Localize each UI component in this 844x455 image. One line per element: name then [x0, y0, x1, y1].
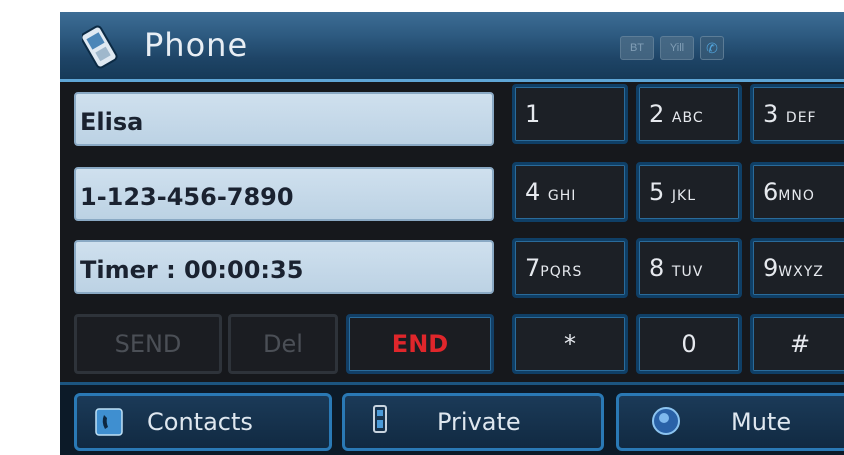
- key-star[interactable]: *: [512, 314, 628, 374]
- caller-number-field: 1-123-456-7890: [74, 167, 494, 221]
- send-button[interactable]: SEND: [74, 314, 222, 374]
- status-icons: BT Yill ✆: [620, 36, 724, 60]
- private-mode-icon: [373, 405, 387, 433]
- function-bar: Contacts Private Mute: [60, 382, 844, 455]
- key-4[interactable]: 4 GHI: [512, 162, 628, 222]
- key-5[interactable]: 5 JKL: [636, 162, 742, 222]
- call-status-icon: ✆: [700, 36, 724, 60]
- key-2[interactable]: 2 ABC: [636, 84, 742, 144]
- dialer-area: Elisa 1-123-456-7890 Timer : 00:00:35 1 …: [60, 82, 844, 455]
- title-bar: Phone BT Yill ✆: [60, 12, 844, 82]
- call-timer-field: Timer : 00:00:35: [74, 240, 494, 294]
- key-7[interactable]: 7PQRS: [512, 238, 628, 298]
- key-hash[interactable]: #: [750, 314, 844, 374]
- phone-screen: Phone BT Yill ✆ Elisa 1-123-456-7890 Tim…: [60, 12, 844, 455]
- mobile-phone-icon: [82, 25, 118, 69]
- end-call-button[interactable]: END: [346, 314, 494, 374]
- key-9[interactable]: 9WXYZ: [750, 238, 844, 298]
- private-button[interactable]: Private: [342, 393, 604, 451]
- key-6[interactable]: 6MNO: [750, 162, 844, 222]
- key-3[interactable]: 3 DEF: [750, 84, 844, 144]
- delete-button[interactable]: Del: [228, 314, 338, 374]
- signal-strength-icon: Yill: [660, 36, 694, 60]
- key-8[interactable]: 8 TUV: [636, 238, 742, 298]
- key-1[interactable]: 1: [512, 84, 628, 144]
- contacts-icon: [95, 408, 123, 436]
- bluetooth-status-icon: BT: [620, 36, 654, 60]
- mute-button[interactable]: Mute: [616, 393, 844, 451]
- mute-icon: [652, 407, 680, 435]
- contacts-button[interactable]: Contacts: [74, 393, 332, 451]
- page-title: Phone: [144, 26, 249, 64]
- caller-name-field: Elisa: [74, 92, 494, 146]
- key-0[interactable]: 0: [636, 314, 742, 374]
